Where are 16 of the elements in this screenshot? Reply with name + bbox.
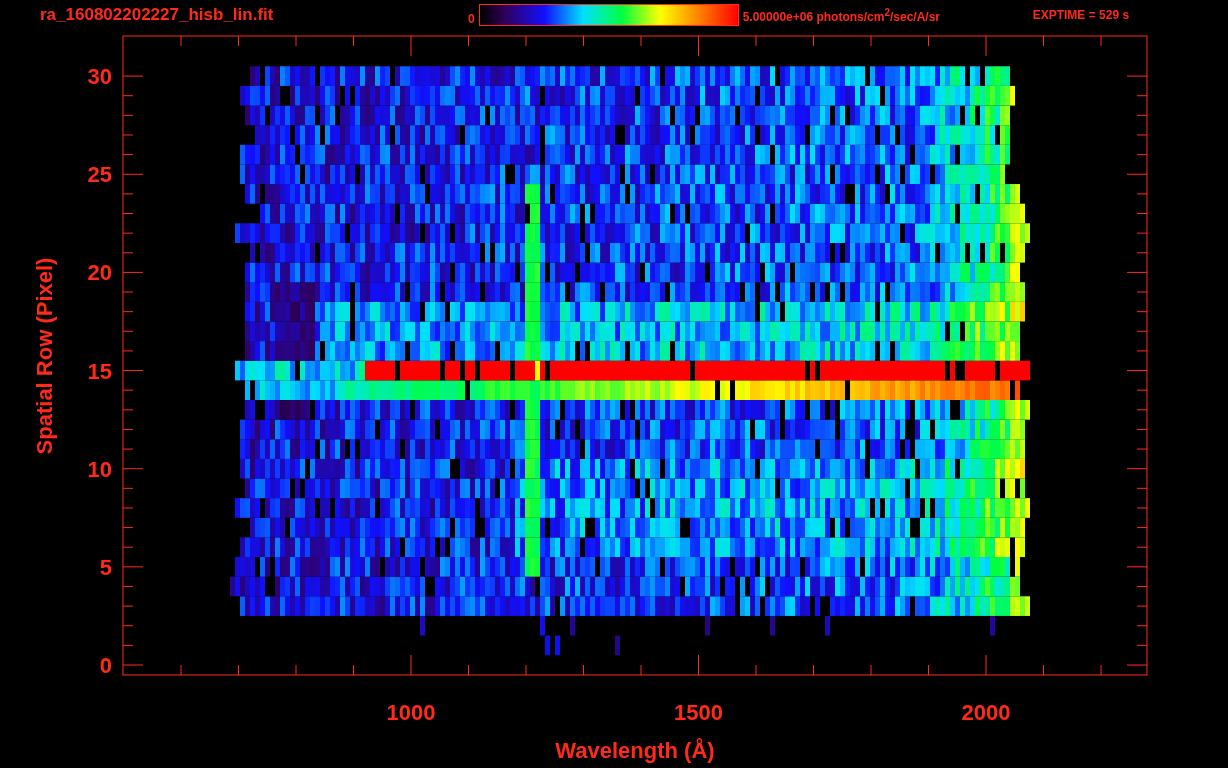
- y-tick-label: 10: [87, 456, 112, 482]
- x-tick-label: 1500: [674, 700, 723, 725]
- y-tick-label: 25: [87, 162, 112, 188]
- y-tick-label: 30: [87, 64, 112, 90]
- y-tick-label: 0: [99, 653, 112, 678]
- y-tick-label: 5: [99, 554, 112, 580]
- colorbar-max-label: 5.00000e+06 photons/cm$^{2}$/sec/A/sr: [742, 6, 942, 24]
- exposure-label: EXPTIME = 529 s: [1032, 8, 1130, 22]
- colorbar-min-label: 0: [468, 12, 475, 26]
- file-title: ra_160802202227_hisb_lin.fit: [40, 5, 275, 25]
- y-tick-label: 15: [87, 358, 112, 384]
- y-axis-label: Spatial Row (Pixel): [32, 257, 57, 455]
- x-tick-label: 2000: [961, 700, 1011, 725]
- y-tick-label: 20: [87, 260, 112, 286]
- x-axis-label: Wavelength (Å): [555, 738, 715, 763]
- x-tick-label: 1000: [386, 700, 436, 725]
